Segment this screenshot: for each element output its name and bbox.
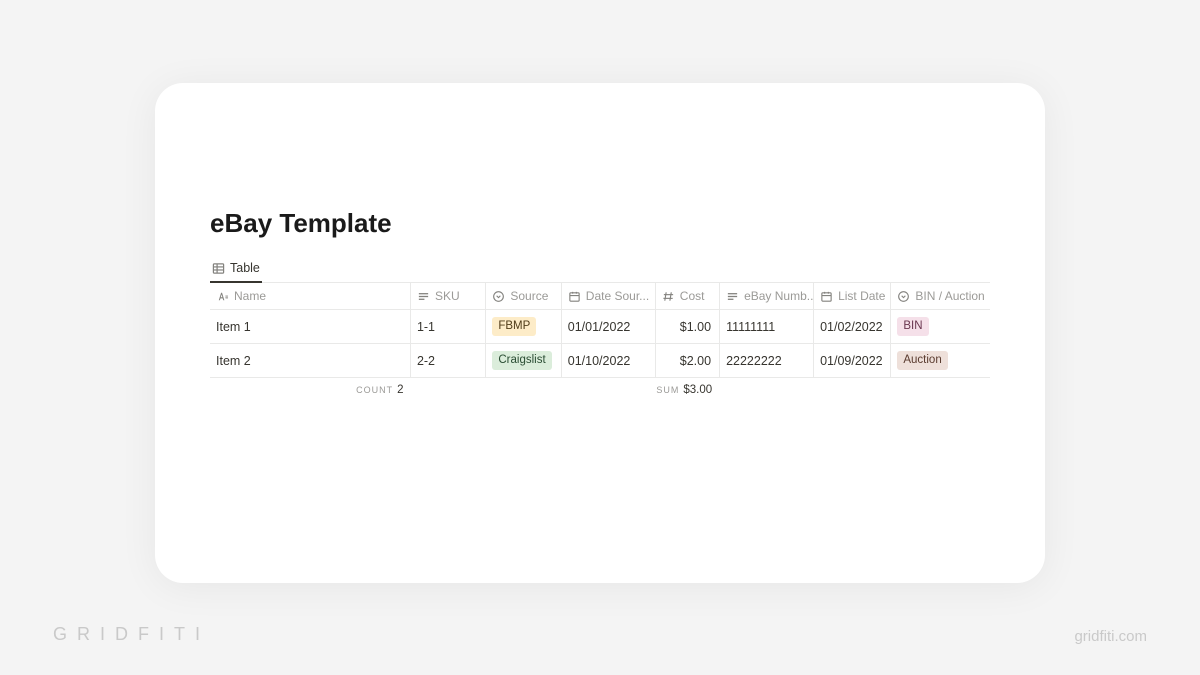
table-row[interactable]: Item 11-1 FBMP 01/01/2022$1.001111111101/0… — [210, 310, 990, 344]
cell-source[interactable]: FBMP — [486, 310, 561, 343]
calendar-icon — [820, 290, 833, 303]
cell-list-date[interactable]: 01/09/2022 — [814, 344, 891, 377]
title-icon — [216, 290, 229, 303]
cell-bin-auction[interactable]: Auction — [891, 344, 990, 377]
column-header-bin-auction[interactable]: BIN / Auction — [891, 283, 990, 309]
column-header-ebay-number[interactable]: eBay Numb... — [720, 283, 814, 309]
column-header-cost[interactable]: Cost — [656, 283, 720, 309]
cell-ebay-number[interactable]: 22222222 — [720, 344, 814, 377]
cell-list-date[interactable]: 01/02/2022 — [814, 310, 891, 343]
cell-name[interactable]: Item 2 — [210, 344, 411, 377]
table-icon — [212, 262, 225, 275]
tab-table[interactable]: Table — [210, 257, 262, 283]
cell-cost[interactable]: $1.00 — [656, 310, 720, 343]
number-icon — [662, 290, 675, 303]
cell-sku[interactable]: 1-1 — [411, 310, 486, 343]
cell-ebay-number[interactable]: 11111111 — [720, 310, 814, 343]
column-header-date-sourced[interactable]: Date Sour... — [562, 283, 656, 309]
select-icon — [897, 290, 910, 303]
summary-sum[interactable]: SUM $3.00 — [656, 384, 720, 396]
source-tag: FBMP — [492, 317, 536, 336]
source-tag: Craigslist — [492, 351, 551, 370]
view-tabs: Table — [210, 257, 990, 283]
cell-date-sourced[interactable]: 01/10/2022 — [562, 344, 656, 377]
table-body: Item 11-1 FBMP 01/01/2022$1.001111111101/0… — [210, 310, 990, 378]
column-header-name[interactable]: Name — [210, 283, 411, 309]
text-icon — [726, 290, 739, 303]
page-title[interactable]: eBay Template — [210, 208, 990, 239]
table-row[interactable]: Item 22-2 Craigslist 01/10/2022$2.00222222… — [210, 344, 990, 378]
cell-source[interactable]: Craigslist — [486, 344, 561, 377]
column-header-source[interactable]: Source — [486, 283, 561, 309]
column-header-sku[interactable]: SKU — [411, 283, 486, 309]
tab-label: Table — [230, 261, 260, 275]
watermark-logo: GRIDFITI — [53, 624, 210, 645]
bin-auction-tag: Auction — [897, 351, 947, 370]
summary-count[interactable]: COUNT 2 — [210, 384, 411, 396]
cell-bin-auction[interactable]: BIN — [891, 310, 990, 343]
table-summary-row: COUNT 2 SUM $3.00 — [210, 378, 990, 402]
table-header-row: Name SKU Source Date Sour... Cost eBay N… — [210, 283, 990, 310]
cell-cost[interactable]: $2.00 — [656, 344, 720, 377]
notion-page-card: eBay Template Table Name SKU Source — [155, 83, 1045, 583]
calendar-icon — [568, 290, 581, 303]
cell-sku[interactable]: 2-2 — [411, 344, 486, 377]
text-icon — [417, 290, 430, 303]
bin-auction-tag: BIN — [897, 317, 928, 336]
page-content: eBay Template Table Name SKU Source — [155, 208, 1045, 402]
cell-date-sourced[interactable]: 01/01/2022 — [562, 310, 656, 343]
column-header-list-date[interactable]: List Date — [814, 283, 891, 309]
cell-name[interactable]: Item 1 — [210, 310, 411, 343]
watermark-url: gridfiti.com — [1074, 628, 1147, 645]
select-icon — [492, 290, 505, 303]
